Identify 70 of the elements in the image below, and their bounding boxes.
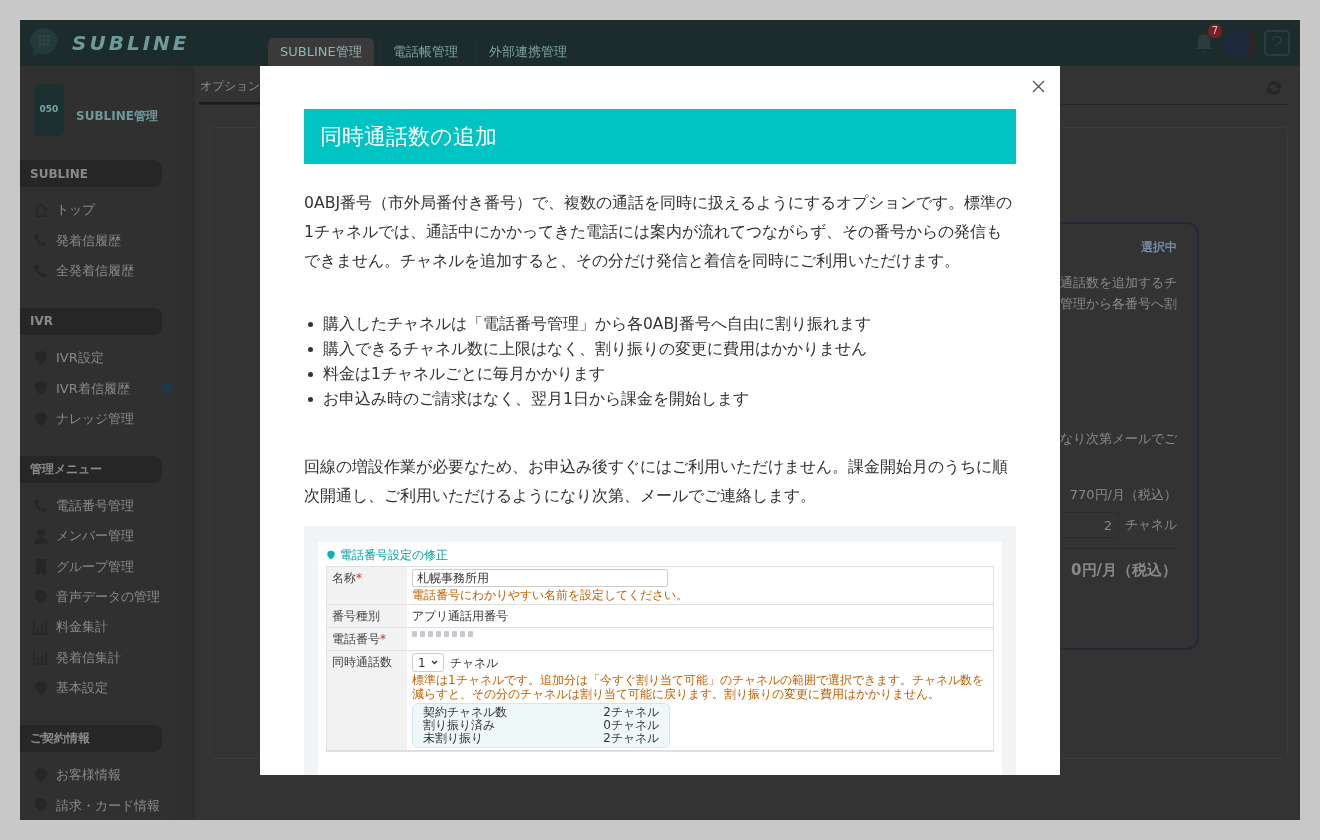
field-label: 同時通話数 xyxy=(332,655,392,669)
sidebar-link[interactable]: 全発着信履歴 xyxy=(56,261,134,281)
sidebar-link[interactable]: メンバー管理 xyxy=(56,526,134,546)
sidebar-link[interactable]: 発着信集計 xyxy=(56,647,121,668)
phone-label: 050 xyxy=(39,103,59,117)
hint-text: 標準は1チャネルです。追加分は「今すぐ割り当て可能」のチャネルの範囲で選択できます。チャネル数を減らすと、その分のチャネルは割り当て可能に戻ります。割り振りの変更に費用はかかりません。 xyxy=(412,673,985,701)
bullet-icon xyxy=(308,372,313,377)
required-mark: * xyxy=(356,571,362,585)
card-text: 管理から各番号へ割 xyxy=(1060,295,1177,313)
summary-value: 2チャネル xyxy=(603,732,659,745)
sidebar-link[interactable]: 音声データの管理 xyxy=(56,587,160,607)
notice-paragraph: 回線の増設作業が必要なため、お申込み後すぐにはご利用いただけません。課金開始月のうちに順次開通し、ご利用いただけるようになり次第、メールでご連絡します。 xyxy=(304,456,1009,507)
name-field[interactable]: 札幌事務所用 xyxy=(412,569,668,587)
card-text: なり次第メールでご xyxy=(1060,430,1177,448)
blurred-number-drawing xyxy=(412,630,474,638)
sidebar-link[interactable]: 請求・カード情報 xyxy=(56,795,160,816)
chevron-down-icon xyxy=(431,660,438,665)
nav-tab[interactable]: SUBLINE管理 xyxy=(268,38,374,66)
bullet-icon xyxy=(308,397,313,402)
selected-label: 選択中 xyxy=(1141,239,1177,256)
sidebar-title: SUBLINE管理 xyxy=(76,106,158,128)
summary-value: 2チャネル xyxy=(603,706,659,719)
sidebar-link[interactable]: 電話番号管理 xyxy=(56,496,134,516)
intro-paragraph: 0ABJ番号（市外局番付き番号）で、複数の通話を同時に扱えるようにするオプションです。標準の1チャネルでは、通話中にかかってきた電話には案内が流れてつながらず、その番号からの発信もできません。チャネルを追加すると、その分だけ発信と着信を同時にご利用いただけます。 xyxy=(304,192,1014,272)
notification-badge: 7 xyxy=(1207,24,1222,38)
field-label: 名称 xyxy=(332,571,356,585)
unit-label: チャネル xyxy=(1125,516,1177,535)
quantity-field[interactable]: 2 xyxy=(1057,512,1119,538)
hint-text: 電話番号にわかりやすい名前を設定してください。 xyxy=(412,588,688,602)
sidebar-link[interactable]: トップ xyxy=(56,200,95,220)
modal-title: 同時通話数の追加 xyxy=(304,109,1016,164)
total-price: 0円/月（税込） xyxy=(1071,560,1177,581)
sidebar-link[interactable]: IVR着信履歴 xyxy=(56,378,130,399)
section-heading: SUBLINE xyxy=(20,160,162,187)
bullet-text: 料金は1チャネルごとに毎月かかります xyxy=(323,363,605,385)
card-text: 通話数を追加するチ xyxy=(1060,274,1177,292)
summary-value: 0チャネル xyxy=(603,719,659,732)
summary-label: 割り振り済み xyxy=(423,719,495,732)
sidebar-link[interactable]: 発着信履歴 xyxy=(56,230,121,251)
field-value: アプリ通話用番号 xyxy=(412,608,508,625)
example-title: 電話番号設定の修正 xyxy=(340,546,448,564)
bullet-text: お申込み時のご請求はなく、翌月1日から課金を開始します xyxy=(323,388,749,410)
plus-circle-icon[interactable] xyxy=(161,382,173,395)
close-icon xyxy=(1031,79,1045,93)
section-heading: IVR xyxy=(20,307,162,335)
balloon-icon xyxy=(326,549,336,560)
channel-select[interactable]: 1 xyxy=(412,653,444,672)
sidebar-link[interactable]: IVR設定 xyxy=(56,348,104,368)
close-button[interactable] xyxy=(1030,78,1046,94)
avatar[interactable] xyxy=(1224,28,1254,58)
bell-icon[interactable] xyxy=(1194,32,1214,54)
field-label: 番号種別 xyxy=(332,609,380,623)
bullet-text: 購入したチャネルは「電話番号管理」から各0ABJ番号へ自由に割り振れます xyxy=(323,313,871,335)
sidebar-link[interactable]: 料金集計 xyxy=(56,617,108,637)
sidebar-link[interactable]: 基本設定 xyxy=(56,677,108,698)
sidebar-link[interactable]: グループ管理 xyxy=(56,556,134,577)
unit-price: 770円/月（税込） xyxy=(1069,485,1177,504)
bullet-text: 購入できるチャネル数に上限はなく、割り振りの変更に費用はかかりません xyxy=(323,338,867,360)
summary-label: 未割り振り xyxy=(423,732,483,745)
sidebar-link[interactable]: ナレッジ管理 xyxy=(56,408,134,429)
sidebar-link[interactable]: お客様情報 xyxy=(56,765,121,785)
bullet-icon xyxy=(308,322,313,327)
unit-label: チャネル xyxy=(450,654,498,672)
summary-label: 契約チャネル数 xyxy=(423,706,507,719)
bullet-icon xyxy=(308,347,313,352)
required-mark: * xyxy=(380,632,386,646)
field-label: 電話番号 xyxy=(332,632,380,646)
logo-text: SUBLINE xyxy=(72,30,190,57)
section-heading: 管理メニュー xyxy=(20,455,162,483)
section-heading: ご契約情報 xyxy=(20,724,162,752)
